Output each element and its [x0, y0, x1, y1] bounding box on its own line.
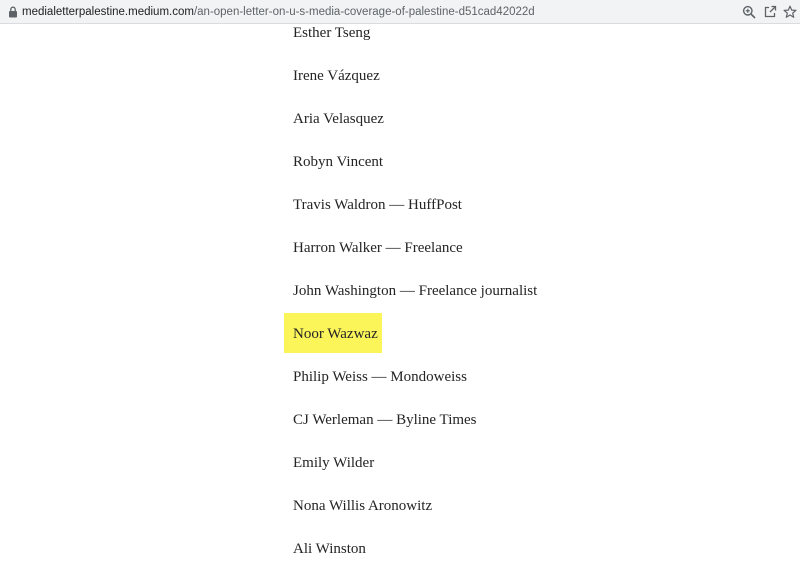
lock-icon[interactable] [8, 6, 18, 18]
signatory-item: Esther Tseng [293, 25, 371, 41]
signatory-item: Philip Weiss — Mondoweiss [293, 369, 467, 385]
signatory-item: John Washington — Freelance journalist [293, 283, 538, 299]
url-text[interactable]: medialetterpalestine.medium.com/an-open-… [22, 5, 535, 19]
signatory-item: Ali Winston [293, 541, 366, 557]
star-icon[interactable] [783, 5, 797, 19]
highlighted-signatory: Noor Wazwaz [293, 326, 378, 342]
signatory-item: Harron Walker — Freelance [293, 240, 463, 256]
signatory-item: Robyn Vincent [293, 154, 384, 170]
url-host: medialetterpalestine.medium.com [22, 6, 194, 18]
zoom-icon[interactable] [742, 5, 756, 19]
signatory-item: Aria Velasquez [293, 111, 384, 127]
signatory-item: Travis Waldron — HuffPost [293, 197, 462, 213]
share-icon[interactable] [763, 5, 777, 19]
signatory-item: Irene Vázquez [293, 68, 380, 84]
address-bar[interactable]: medialetterpalestine.medium.com/an-open-… [0, 0, 800, 24]
signatory-item: Nona Willis Aronowitz [293, 498, 433, 514]
signatory-item: CJ Werleman — Byline Times [293, 412, 477, 428]
url-path: /an-open-letter-on-u-s-media-coverage-of… [193, 6, 535, 18]
signatory-item: Emily Wilder [293, 455, 375, 471]
article-body: Esther Tseng Irene Vázquez Aria Velasque… [0, 24, 800, 573]
